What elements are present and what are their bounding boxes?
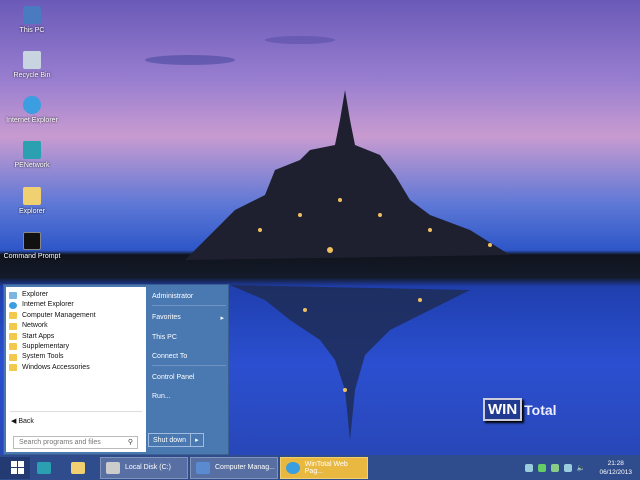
chevron-right-icon: ▸ <box>220 315 224 322</box>
menu-this-pc[interactable]: This PC <box>152 334 177 341</box>
windows-logo-icon <box>11 461 24 474</box>
folder-icon <box>9 343 17 351</box>
pinned-network[interactable] <box>32 457 64 479</box>
folder-icon <box>9 322 17 330</box>
menu-connect-to[interactable]: Connect To <box>152 353 187 360</box>
folder-icon <box>9 364 17 372</box>
ie-icon <box>286 461 300 474</box>
start-menu: Explorer Internet Explorer Computer Mana… <box>3 284 229 455</box>
desktop-icon-network[interactable]: PENetwork <box>0 141 64 169</box>
program-explorer[interactable]: Explorer <box>6 290 146 300</box>
shutdown-options-arrow-icon[interactable]: ▸ <box>190 434 203 446</box>
divider <box>10 411 142 412</box>
desktop-icon-internet-explorer[interactable]: Internet Explorer <box>0 96 64 124</box>
explorer-icon <box>9 291 17 299</box>
program-network[interactable]: Network <box>6 321 146 331</box>
computer-icon <box>23 6 41 24</box>
search-input[interactable]: Search programs and files ⚲ <box>13 436 138 449</box>
task-computer-management[interactable]: Computer Manag... <box>190 456 278 479</box>
tray-network-icon[interactable] <box>524 463 533 472</box>
computer-management-icon <box>196 461 210 474</box>
menu-favorites[interactable]: Favorites ▸ <box>152 314 224 322</box>
desktop-icon-command-prompt[interactable]: Command Prompt <box>0 232 64 260</box>
program-windows-accessories[interactable]: Windows Accessories <box>6 363 146 373</box>
taskbar: Local Disk (C:) Computer Manag... WinTot… <box>0 455 640 480</box>
task-local-disk[interactable]: Local Disk (C:) <box>100 456 188 479</box>
divider <box>152 305 226 306</box>
folder-icon <box>71 461 85 474</box>
folder-icon <box>9 333 17 341</box>
cmd-icon <box>23 232 41 250</box>
program-computer-management[interactable]: Computer Management <box>6 311 146 321</box>
ie-icon <box>9 301 17 309</box>
folder-icon <box>9 312 17 320</box>
tray-app-icon[interactable] <box>537 463 546 472</box>
back-button[interactable]: ◀ Back <box>11 417 34 425</box>
program-system-tools[interactable]: System Tools <box>6 352 146 362</box>
desktop-icon-recycle-bin[interactable]: Recycle Bin <box>0 51 64 79</box>
desktop-icon-this-pc[interactable]: This PC <box>0 6 64 34</box>
ie-icon <box>23 96 41 114</box>
divider <box>152 365 226 366</box>
shutdown-button[interactable]: Shut down <box>149 434 190 446</box>
program-internet-explorer[interactable]: Internet Explorer <box>6 300 146 310</box>
menu-run[interactable]: Run... <box>152 393 171 400</box>
drive-icon <box>106 461 120 474</box>
start-button[interactable] <box>0 456 30 479</box>
desktop-icon-explorer[interactable]: Explorer <box>0 187 64 215</box>
clock[interactable]: 21:28 06/12/2013 <box>599 459 632 477</box>
tray-display-icon[interactable] <box>563 463 572 472</box>
shutdown-button-group: Shut down ▸ <box>148 433 204 447</box>
task-wintotal-web-page[interactable]: WinTotal Web Pag... <box>280 456 368 479</box>
start-menu-programs-pane: Explorer Internet Explorer Computer Mana… <box>6 287 146 452</box>
wintotal-watermark-logo: WIN Total <box>483 398 557 421</box>
folder-icon <box>9 353 17 361</box>
volume-icon[interactable]: 🔈 <box>577 464 586 472</box>
network-icon <box>37 461 51 474</box>
menu-control-panel[interactable]: Control Panel <box>152 374 194 381</box>
search-icon: ⚲ <box>127 439 133 446</box>
pinned-explorer[interactable] <box>66 457 98 479</box>
program-supplementary[interactable]: Supplementary <box>6 342 146 352</box>
program-start-apps[interactable]: Start Apps <box>6 332 146 342</box>
folder-icon <box>23 187 41 205</box>
recycle-bin-icon <box>23 51 41 69</box>
system-tray: 🔈 21:28 06/12/2013 <box>524 455 632 480</box>
tray-flag-icon[interactable] <box>550 463 559 472</box>
network-icon <box>23 141 41 159</box>
user-administrator[interactable]: Administrator <box>152 293 193 300</box>
